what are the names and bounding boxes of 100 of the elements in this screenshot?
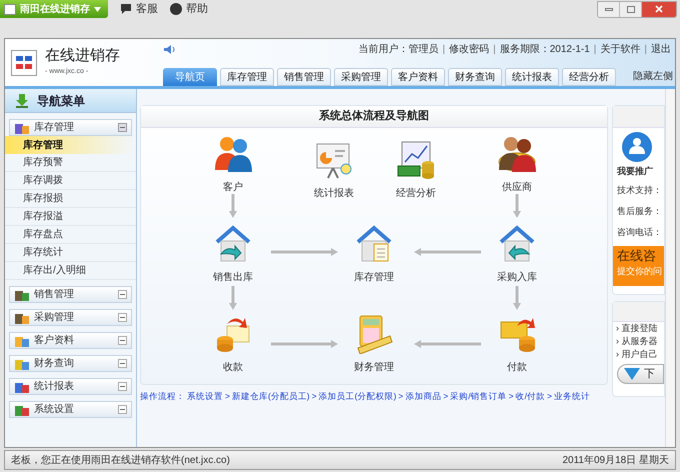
people-icon (497, 134, 537, 174)
header-link[interactable]: 退出 (651, 42, 671, 56)
node-label[interactable]: 客户 (223, 180, 243, 195)
header-link[interactable]: 关于软件 (600, 42, 640, 56)
nav-tab[interactable]: 销售管理 (277, 68, 331, 86)
step-separator: > (508, 390, 514, 403)
menu-item[interactable]: 库存报溢 (5, 208, 136, 226)
speaker-icon[interactable] (163, 44, 175, 54)
logo-title: 在线进销存 (45, 48, 120, 63)
menu-item[interactable]: 库存盘点 (5, 226, 136, 244)
node-label[interactable]: 销售出库 (213, 270, 253, 285)
step-separator: > (312, 390, 317, 403)
consult-banner[interactable]: 在线咨 提交你的问 (613, 246, 664, 286)
menu-item[interactable]: 库存出/入明细 (5, 262, 136, 280)
step-separator: > (398, 390, 404, 403)
maximize-button[interactable] (620, 2, 642, 16)
feature-item: › 直接登陆 (615, 322, 659, 335)
panel-title: 系统总体流程及导航图 (319, 108, 429, 124)
menu-group-header[interactable]: 系统设置 (9, 401, 132, 418)
minimize-button[interactable] (598, 2, 620, 16)
close-icon (655, 5, 663, 13)
node-label[interactable]: 采购入库 (497, 270, 537, 285)
status-message: 老板，您正在使用雨田在线进销存软件(net.jxc.co) (11, 454, 230, 468)
app-logo-icon (4, 4, 16, 14)
link-separator: | (442, 42, 446, 56)
help-icon (170, 3, 182, 15)
scrollbar[interactable] (665, 89, 675, 447)
toolbar-button[interactable]: 帮助 (170, 0, 208, 18)
sidebar-title: 导航菜单 (37, 92, 85, 110)
flow-arrow (513, 194, 521, 218)
step-separator: > (443, 390, 448, 403)
flow-arrow (229, 194, 237, 218)
hide-sidebar-link[interactable]: 隐藏左侧 (633, 69, 673, 84)
feature-item: › 从服务器 (615, 335, 659, 348)
menu-item[interactable]: 库存统计 (5, 244, 136, 262)
step-separator: > (546, 390, 552, 403)
operation-step-link[interactable]: 业务统计 (554, 390, 590, 403)
node-label[interactable]: 付款 (507, 360, 527, 375)
menu-group-header[interactable]: 财务查询 (9, 355, 132, 372)
caret-icon (94, 6, 101, 12)
flow-arrow (271, 340, 338, 348)
contact-label: 技术支持： (617, 184, 663, 197)
nav-tab[interactable]: 库存管理 (220, 68, 274, 86)
node-label[interactable]: 库存管理 (354, 270, 394, 285)
house-arrow-icon (213, 224, 253, 264)
chat-bubble-icon (120, 3, 132, 15)
menu-item[interactable]: 库存预警 (5, 154, 136, 172)
flow-arrow (229, 286, 237, 310)
header-link[interactable]: 服务期限：2012-1-1 (500, 42, 590, 56)
operation-step-link[interactable]: 采购/销售订单 (450, 390, 507, 403)
feature-item: › 用户自己 (615, 348, 659, 361)
money-chart-icon (396, 140, 436, 180)
flow-arrow (271, 248, 338, 256)
menu-group-header[interactable]: 销售管理 (9, 286, 132, 303)
flow-arrow (513, 286, 521, 310)
status-date: 2011年09月18日 星期天 (562, 454, 669, 468)
consult-title: 在线咨 (617, 248, 657, 262)
header-link[interactable]: 修改密码 (449, 42, 490, 56)
nav-tab[interactable]: 统计报表 (505, 68, 559, 86)
flow-arrow (414, 248, 481, 256)
close-button[interactable] (642, 2, 676, 16)
house-document-icon (354, 224, 394, 264)
menu-group-header[interactable]: 库存管理 (9, 119, 132, 136)
menu-item[interactable]: 库存管理 (5, 136, 136, 154)
link-separator: | (594, 42, 596, 56)
nav-tab[interactable]: 采购管理 (334, 68, 388, 86)
menu-group-header[interactable]: 采购管理 (9, 309, 132, 326)
menu-group-header[interactable]: 统计报表 (9, 378, 132, 395)
down-arrow-icon (624, 368, 640, 380)
operation-flow-label: 操作流程： (140, 390, 185, 403)
step-separator: > (225, 390, 230, 403)
group-avatar-icon (622, 132, 652, 162)
current-user-text: 当前用户：管理员 (358, 42, 439, 56)
operation-step-link[interactable]: 添加商品 (405, 390, 442, 403)
consult-text: 提交你的问 (617, 264, 663, 278)
download-button[interactable]: 下 (617, 364, 664, 384)
node-label[interactable]: 供应商 (502, 180, 532, 195)
house-arrow-icon (497, 224, 537, 264)
menu-group-header[interactable]: 客户资料 (9, 332, 132, 349)
download-icon (15, 94, 29, 108)
logo-icon (11, 50, 37, 76)
node-label[interactable]: 经营分析 (396, 186, 436, 201)
people-icon (213, 134, 253, 174)
nav-tab[interactable]: 客户资料 (391, 68, 445, 86)
operation-step-link[interactable]: 新建仓库(分配员工) (232, 390, 310, 403)
contact-label: 售后服务： (617, 204, 663, 218)
node-label[interactable]: 财务管理 (354, 360, 394, 375)
toolbar-button[interactable]: 客服 (120, 0, 158, 18)
flow-arrow (414, 340, 481, 348)
menu-item[interactable]: 库存调拨 (5, 172, 136, 190)
link-separator: | (644, 42, 647, 56)
node-label[interactable]: 统计报表 (314, 186, 354, 201)
nav-tab[interactable]: 经营分析 (562, 68, 616, 86)
operation-step-link[interactable]: 收/付款 (516, 390, 545, 403)
node-label[interactable]: 收款 (223, 360, 243, 375)
nav-tab[interactable]: 财务查询 (448, 68, 502, 86)
operation-step-link[interactable]: 添加员工(分配权限) (318, 390, 396, 403)
menu-item[interactable]: 库存报损 (5, 190, 136, 208)
operation-step-link[interactable]: 系统设置 (187, 390, 223, 403)
promote-text[interactable]: 我要推广 (617, 165, 664, 178)
